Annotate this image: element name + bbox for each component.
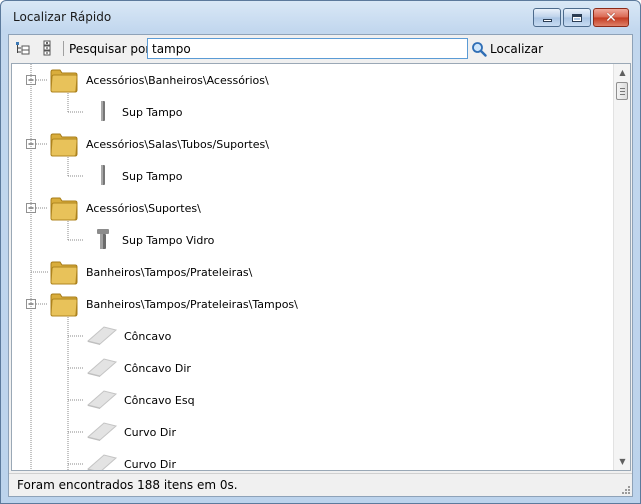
title-bar[interactable]: Localizar Rápido ✕ xyxy=(1,1,640,33)
item-label: Curvo Dir xyxy=(124,425,176,439)
folder-label: Acessórios\Banheiros\Acessórios\ xyxy=(86,73,269,87)
find-button[interactable]: Localizar xyxy=(471,38,543,59)
toolbar-separator xyxy=(63,41,64,56)
item-label: Curvo Dir xyxy=(124,457,176,471)
folder-icon xyxy=(50,291,78,317)
folder-icon xyxy=(50,259,78,285)
folder-node[interactable]: Acessórios\Salas\Tubos/Suportes\ xyxy=(50,128,269,160)
vertical-scrollbar[interactable]: ▲ ▼ xyxy=(613,64,630,470)
item-node[interactable]: Sup Tampo Vidro xyxy=(96,224,214,256)
scrollbar-thumb[interactable] xyxy=(616,82,628,100)
minimize-icon xyxy=(542,19,552,22)
toolbar: Pesquisar por: Localizar xyxy=(9,35,632,61)
item-label: Sup Tampo xyxy=(122,169,183,183)
status-text: Foram encontrados 188 itens em 0s. xyxy=(17,478,238,492)
item-label: Sup Tampo xyxy=(122,105,183,119)
folder-label: Banheiros\Tampos/Prateleiras\ xyxy=(86,265,253,279)
folder-node[interactable]: Banheiros\Tampos/Prateleiras\ xyxy=(50,256,252,288)
results-tree[interactable]: Acessórios\Banheiros\Acessórios\ Sup Tamp… xyxy=(11,63,631,471)
folder-label: Acessórios\Suportes\ xyxy=(86,201,201,215)
status-bar: Foram encontrados 188 itens em 0s. xyxy=(9,473,632,496)
countertop-icon xyxy=(86,388,118,413)
item-label: Côncavo Esq xyxy=(124,393,195,407)
minimize-button[interactable] xyxy=(533,8,561,27)
item-node[interactable]: Sup Tampo xyxy=(96,160,183,192)
tree-collapse-icon[interactable] xyxy=(39,40,55,56)
folder-node[interactable]: Banheiros\Tampos/Prateleiras\Tampos\ xyxy=(50,288,298,320)
find-window: Localizar Rápido ✕ Pesquisar por: tampo … xyxy=(0,0,641,504)
scroll-down-arrow-icon[interactable]: ▼ xyxy=(614,453,630,470)
item-node[interactable]: Côncavo xyxy=(86,320,171,352)
folder-icon xyxy=(50,195,78,221)
folder-icon xyxy=(50,67,78,93)
item-label: Côncavo xyxy=(124,329,172,343)
folder-icon xyxy=(50,131,78,157)
window-title: Localizar Rápido xyxy=(13,10,112,24)
item-node[interactable]: Curvo Dir xyxy=(86,448,176,471)
maximize-button[interactable] xyxy=(563,8,591,27)
resize-grip-icon[interactable] xyxy=(620,484,630,494)
magnifier-icon xyxy=(472,41,487,57)
maximize-icon xyxy=(572,13,582,22)
item-node[interactable]: Curvo Dir xyxy=(86,416,176,448)
countertop-icon xyxy=(86,324,118,349)
folder-label: Acessórios\Salas\Tubos/Suportes\ xyxy=(86,137,269,151)
item-node[interactable]: Côncavo Dir xyxy=(86,352,191,384)
support-icon xyxy=(96,100,110,125)
search-label: Pesquisar por: xyxy=(69,42,155,56)
close-icon: ✕ xyxy=(605,9,617,26)
item-node[interactable]: Côncavo Esq xyxy=(86,384,195,416)
close-button[interactable]: ✕ xyxy=(593,8,629,27)
folder-label: Banheiros\Tampos/Prateleiras\Tampos\ xyxy=(86,297,298,311)
client-area: Pesquisar por: Localizar Acessórios\Banh… xyxy=(8,34,633,497)
countertop-icon xyxy=(86,452,118,470)
scroll-up-arrow-icon[interactable]: ▲ xyxy=(614,64,630,81)
folder-node[interactable]: Acessórios\Banheiros\Acessórios\ xyxy=(50,64,269,96)
support-icon xyxy=(96,164,110,189)
glass-support-icon xyxy=(96,228,110,253)
search-input[interactable] xyxy=(147,38,468,59)
item-label: Sup Tampo Vidro xyxy=(122,233,215,247)
tree-expand-icon[interactable] xyxy=(15,40,31,56)
countertop-icon xyxy=(86,420,118,445)
find-button-label: Localizar xyxy=(490,41,544,56)
item-node[interactable]: Sup Tampo xyxy=(96,96,183,128)
countertop-icon xyxy=(86,356,118,381)
folder-node[interactable]: Acessórios\Suportes\ xyxy=(50,192,201,224)
item-label: Côncavo Dir xyxy=(124,361,191,375)
